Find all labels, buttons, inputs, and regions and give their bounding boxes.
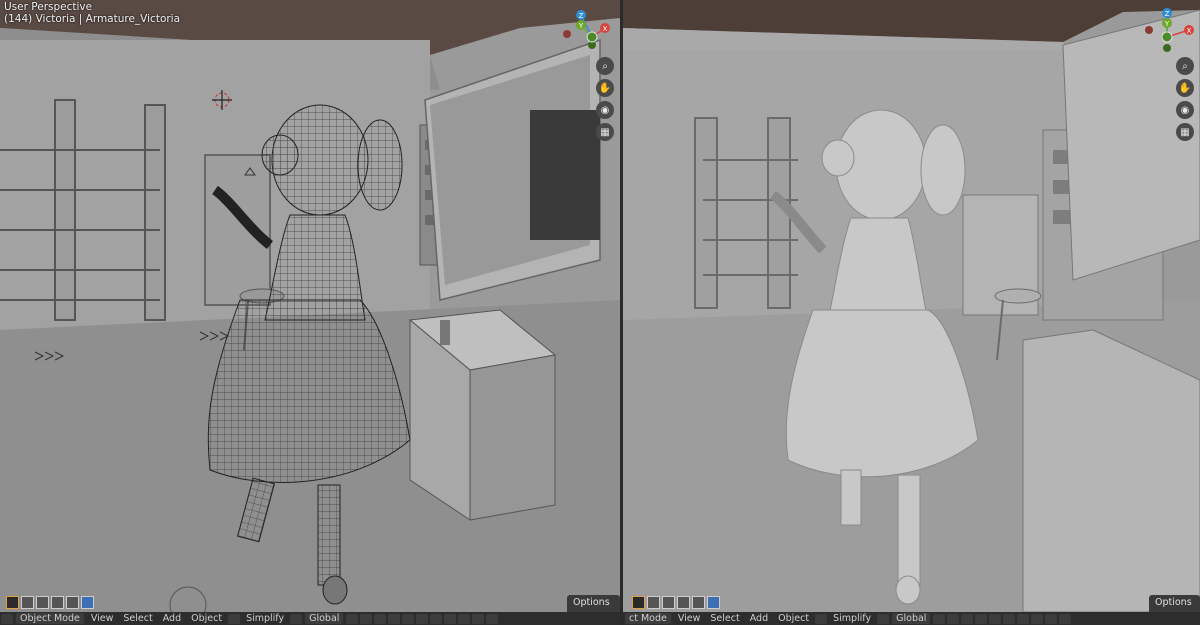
select-invert-icon[interactable] xyxy=(66,596,79,609)
editor-type-icon[interactable] xyxy=(1,613,13,624)
viewport-left[interactable]: User Perspective (144) Victoria | Armatu… xyxy=(0,0,620,625)
svg-text:Z: Z xyxy=(1165,10,1170,18)
snap-icon[interactable] xyxy=(360,613,373,624)
svg-text:Z: Z xyxy=(579,12,584,20)
menu-object[interactable]: Object xyxy=(773,613,814,624)
shading-wireframe-icon[interactable] xyxy=(1031,613,1044,624)
select-box-icon[interactable] xyxy=(6,596,19,609)
mode-dropdown[interactable]: ct Mode xyxy=(625,613,671,624)
shading-rendered-icon[interactable] xyxy=(486,613,499,624)
menu-add[interactable]: Add xyxy=(745,613,773,624)
svg-text:Y: Y xyxy=(578,22,584,30)
grid-icon[interactable]: ▦ xyxy=(1176,123,1194,141)
viewport-title: User Perspective xyxy=(4,1,93,13)
menu-view[interactable]: View xyxy=(673,613,706,624)
svg-text:X: X xyxy=(603,25,608,33)
proportional-edit-icon[interactable] xyxy=(961,613,974,624)
menu-object[interactable]: Object xyxy=(186,613,227,624)
navigation-gizmo[interactable]: Z X Y xyxy=(563,4,615,56)
viewport-object-info: (144) Victoria | Armature_Victoria xyxy=(4,13,181,25)
zoom-icon[interactable]: ⌕ xyxy=(596,57,614,75)
select-invert-icon[interactable] xyxy=(692,596,705,609)
select-extend-icon[interactable] xyxy=(36,596,49,609)
select-subtract-icon[interactable] xyxy=(677,596,690,609)
selection-tools-right xyxy=(632,596,720,609)
select-subtract-icon[interactable] xyxy=(51,596,64,609)
gizmo-toggle-icon[interactable] xyxy=(989,613,1002,624)
zoom-icon[interactable]: ⌕ xyxy=(1176,57,1194,75)
select-new-icon[interactable] xyxy=(647,596,660,609)
xray-icon[interactable] xyxy=(430,613,443,624)
menu-add[interactable]: Add xyxy=(158,613,186,624)
visibility-icon[interactable] xyxy=(388,613,401,624)
proportional-edit-icon[interactable] xyxy=(374,613,387,624)
nav-buttons: ⌕ ✋ ◉ ▦ xyxy=(596,57,614,141)
pivot-icon[interactable] xyxy=(933,613,946,624)
shading-material-icon[interactable] xyxy=(472,613,485,624)
simplify-icon xyxy=(228,613,241,624)
select-new-icon[interactable] xyxy=(21,596,34,609)
svg-text:Y: Y xyxy=(1164,20,1170,28)
overlay-toggle-icon[interactable] xyxy=(416,613,429,624)
select-extend-icon[interactable] xyxy=(662,596,675,609)
menu-view[interactable]: View xyxy=(86,613,119,624)
mode-dropdown[interactable]: Object Mode xyxy=(16,613,84,624)
select-intersect-icon[interactable] xyxy=(707,596,720,609)
simplify-label[interactable]: Simplify xyxy=(828,613,876,624)
overlay-toggle-icon[interactable] xyxy=(1003,613,1016,624)
viewport-right[interactable]: Z Y X ⌕ ✋ ◉ ▦ Options ⌄ ct Mode View Sel… xyxy=(623,0,1200,625)
pivot-icon[interactable] xyxy=(346,613,359,624)
svg-text:X: X xyxy=(1187,27,1192,35)
transform-orientation-icon xyxy=(877,613,890,624)
select-intersect-icon[interactable] xyxy=(81,596,94,609)
scene-solid xyxy=(623,0,1200,613)
select-box-icon[interactable] xyxy=(632,596,645,609)
shading-solid-icon[interactable] xyxy=(1045,613,1058,624)
camera-icon[interactable]: ◉ xyxy=(1176,101,1194,119)
pan-hand-icon[interactable]: ✋ xyxy=(596,79,614,97)
shading-solid-icon[interactable] xyxy=(458,613,471,624)
menu-select[interactable]: Select xyxy=(118,613,157,624)
nav-buttons-right: ⌕ ✋ ◉ ▦ xyxy=(1176,57,1194,141)
transform-orientation-icon xyxy=(290,613,303,624)
selection-tools xyxy=(6,596,94,609)
viewport-header-right: ct Mode View Select Add Object Simplify … xyxy=(623,612,1200,625)
gizmo-toggle-icon[interactable] xyxy=(402,613,415,624)
grid-icon[interactable]: ▦ xyxy=(596,123,614,141)
simplify-label[interactable]: Simplify xyxy=(241,613,289,624)
snap-icon[interactable] xyxy=(947,613,960,624)
scene-wireframe xyxy=(0,0,620,624)
camera-icon[interactable]: ◉ xyxy=(596,101,614,119)
xray-icon[interactable] xyxy=(1017,613,1030,624)
shading-material-icon[interactable] xyxy=(1059,613,1072,624)
orientation-dropdown[interactable]: Global xyxy=(892,613,931,624)
pan-hand-icon[interactable]: ✋ xyxy=(1176,79,1194,97)
visibility-icon[interactable] xyxy=(975,613,988,624)
viewport-header-left: Object Mode View Select Add Object Simpl… xyxy=(0,612,620,625)
orientation-dropdown[interactable]: Global xyxy=(305,613,344,624)
shading-wireframe-icon[interactable] xyxy=(444,613,457,624)
simplify-icon xyxy=(815,613,828,624)
menu-select[interactable]: Select xyxy=(705,613,744,624)
navigation-gizmo-right[interactable]: Z Y X xyxy=(1145,4,1197,56)
